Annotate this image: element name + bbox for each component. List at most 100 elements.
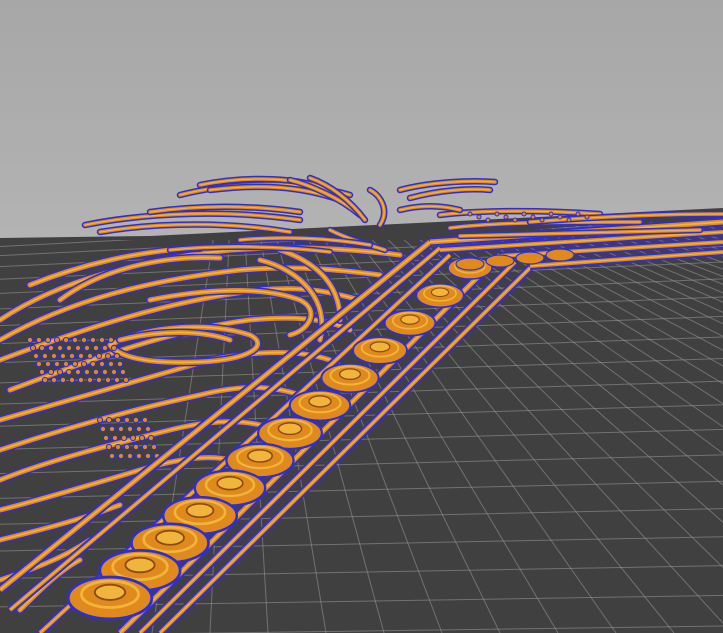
bead-core — [400, 314, 420, 325]
texture-dot — [62, 360, 70, 368]
bead-core — [308, 395, 332, 408]
texture-dot — [50, 376, 58, 384]
crest-dot — [476, 214, 482, 220]
texture-dot — [138, 434, 146, 442]
crest-dot — [512, 217, 518, 223]
texture-dot — [147, 434, 155, 442]
texture-dot — [119, 368, 127, 376]
crest-dot — [521, 211, 527, 217]
texture-dot — [89, 360, 97, 368]
texture-dot — [107, 336, 115, 344]
texture-dot — [89, 336, 97, 344]
texture-dot — [77, 376, 85, 384]
bead-core — [338, 368, 362, 380]
texture-dot — [123, 443, 131, 451]
crest-dot — [548, 211, 554, 217]
texture-dot — [101, 368, 109, 376]
texture-dot — [122, 376, 130, 384]
bead — [320, 362, 380, 394]
texture-dot — [56, 368, 64, 376]
texture-dot — [74, 368, 82, 376]
texture-dot — [108, 452, 116, 460]
bead — [383, 309, 437, 337]
texture-dot — [92, 368, 100, 376]
texture-dot — [68, 352, 76, 360]
texture-dot — [116, 360, 124, 368]
texture-dot — [110, 344, 118, 352]
crest-dot — [503, 214, 509, 220]
bead — [66, 575, 154, 621]
texture-dot — [41, 352, 49, 360]
texture-dot — [65, 344, 73, 352]
texture-dot — [99, 425, 107, 433]
crest-dot — [566, 217, 572, 223]
texture-dot — [117, 452, 125, 460]
texture-dot — [47, 344, 55, 352]
texture-dot — [26, 336, 34, 344]
crest-dot — [530, 214, 536, 220]
texture-dot — [141, 416, 149, 424]
texture-dot — [47, 368, 55, 376]
bead-small — [485, 254, 515, 268]
texture-dot — [113, 352, 121, 360]
texture-dot — [35, 360, 43, 368]
3d-preview-viewport[interactable] — [0, 0, 723, 633]
crest-dot — [494, 211, 500, 217]
texture-dot — [114, 443, 122, 451]
texture-dot — [44, 336, 52, 344]
texture-dot — [126, 452, 134, 460]
texture-dot — [98, 360, 106, 368]
texture-dot — [53, 360, 61, 368]
bead-core — [155, 529, 185, 546]
texture-dot — [80, 336, 88, 344]
bead-small — [455, 257, 485, 271]
crest-dot — [557, 214, 563, 220]
bead-core — [369, 341, 391, 353]
crest-dot — [485, 217, 491, 223]
texture-dot — [117, 425, 125, 433]
texture-dot — [71, 336, 79, 344]
crest-dot — [575, 211, 581, 217]
texture-dot — [114, 416, 122, 424]
texture-dot — [105, 443, 113, 451]
texture-dot — [135, 452, 143, 460]
bead-core — [93, 583, 127, 601]
texture-dot — [95, 352, 103, 360]
texture-dot — [83, 368, 91, 376]
bead-core — [185, 502, 215, 519]
texture-dot — [65, 368, 73, 376]
texture-dot — [59, 376, 67, 384]
texture-dot — [50, 352, 58, 360]
texture-dot — [123, 416, 131, 424]
texture-dot — [107, 360, 115, 368]
texture-dot — [71, 360, 79, 368]
texture-dot — [108, 425, 116, 433]
preview-scene[interactable] — [0, 0, 723, 633]
texture-dot — [129, 434, 137, 442]
texture-dot — [38, 344, 46, 352]
bead-core — [277, 422, 303, 436]
texture-dot — [110, 368, 118, 376]
texture-dot — [126, 425, 134, 433]
texture-dot — [32, 352, 40, 360]
texture-dot — [80, 360, 88, 368]
texture-dot — [56, 344, 64, 352]
bead-core — [247, 449, 273, 463]
texture-dot — [74, 344, 82, 352]
texture-dot — [29, 344, 37, 352]
texture-dot — [77, 352, 85, 360]
bead-core — [124, 556, 156, 574]
texture-dot — [41, 376, 49, 384]
bead-core — [430, 287, 450, 298]
texture-dot — [86, 352, 94, 360]
bead-small — [545, 248, 575, 262]
texture-dot — [98, 336, 106, 344]
crest-dot — [584, 214, 590, 220]
texture-dot — [144, 452, 152, 460]
texture-dot — [38, 368, 46, 376]
texture-dot — [62, 336, 70, 344]
texture-dot — [144, 425, 152, 433]
texture-dot — [86, 376, 94, 384]
texture-dot — [111, 434, 119, 442]
texture-dot — [92, 344, 100, 352]
